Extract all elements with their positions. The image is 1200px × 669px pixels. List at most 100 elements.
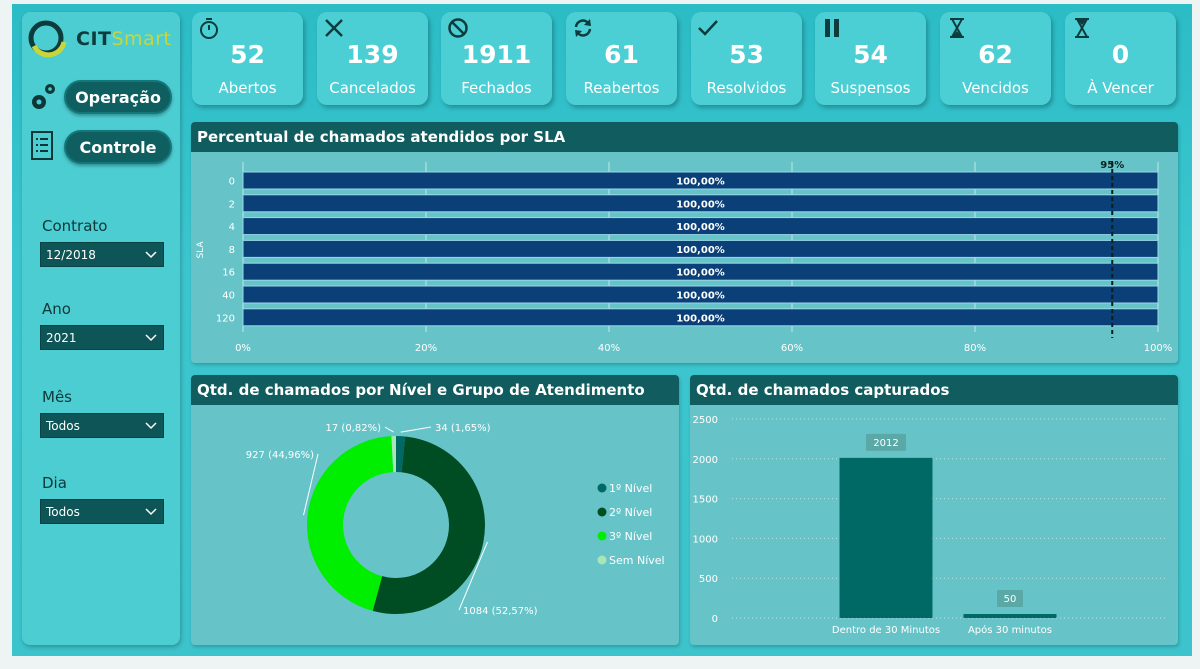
sla-category-label: 40: [222, 291, 235, 302]
logo-text-cit: CIT: [76, 28, 112, 50]
kpi-label: Cancelados: [329, 79, 416, 97]
kpi-value: 52: [230, 40, 265, 69]
hourglass-icon: [1075, 18, 1089, 38]
chevron-down-icon: [145, 251, 157, 259]
capturados-data-label: 2012: [873, 438, 898, 449]
ban-icon: [448, 18, 468, 38]
capturados-chart-title: Qtd. de chamados capturados: [690, 375, 1178, 405]
kpi-a-vencer[interactable]: 0 À Vencer: [1065, 12, 1176, 105]
kpi-value: 53: [729, 40, 764, 69]
chevron-down-icon: [145, 422, 157, 430]
dia-label: Dia: [42, 474, 67, 492]
controle-button[interactable]: Controle: [64, 130, 172, 164]
logo-text: CITSmart: [76, 28, 171, 50]
sla-bar-data-label: 100,00%: [676, 222, 725, 233]
donut-leader-line: [384, 426, 394, 433]
capturados-y-tick-label: 0: [712, 614, 718, 625]
capturados-y-tick-label: 2500: [693, 415, 718, 426]
sla-x-tick-label: 0%: [235, 343, 251, 354]
sla-reference-label: 95%: [1100, 160, 1124, 171]
operacao-button[interactable]: Operação: [64, 80, 172, 114]
sla-x-tick-label: 80%: [964, 343, 986, 354]
kpi-label: Vencidos: [962, 79, 1029, 97]
refresh-icon: [574, 19, 592, 37]
mes-value: Todos: [46, 418, 80, 433]
pause-icon: [825, 19, 839, 37]
legend-marker: [597, 483, 607, 493]
kpi-cancelados[interactable]: 139 Cancelados: [317, 12, 428, 105]
kpi-abertos[interactable]: 52 Abertos: [192, 12, 303, 105]
capturados-y-tick-label: 500: [699, 574, 718, 585]
capturados-y-tick-label: 2000: [693, 455, 718, 466]
kpi-label: À Vencer: [1087, 79, 1154, 97]
nivel-donut-chart: 34 (1,65%) 1084 (52,57%) 927 (44,96%) 17 (0…: [246, 423, 665, 617]
stopwatch-icon: [200, 18, 218, 39]
sla-bar-data-label: 100,00%: [676, 199, 725, 210]
capturados-y-tick-label: 1500: [693, 495, 718, 506]
logo-mark-icon: [28, 20, 67, 58]
sla-category-label: 120: [216, 313, 235, 324]
hourglass-icon: [950, 18, 964, 38]
kpi-value: 1911: [461, 40, 532, 69]
capturados-category-label: Após 30 minutos: [968, 624, 1052, 636]
x-icon: [325, 19, 343, 37]
sla-bar-data-label: 100,00%: [676, 268, 725, 279]
nivel-chart-title: Qtd. de chamados por Nível e Grupo de At…: [191, 375, 679, 405]
citsmart-logo: CITSmart: [26, 18, 176, 58]
dia-select[interactable]: Todos: [40, 499, 164, 524]
chevron-down-icon: [145, 508, 157, 516]
capturados-bar[interactable]: [963, 614, 1057, 618]
kpi-value: 0: [1111, 40, 1130, 69]
kpi-vencidos[interactable]: 62 Vencidos: [940, 12, 1051, 105]
ano-select[interactable]: 2021: [40, 325, 164, 350]
kpi-label: Resolvidos: [706, 79, 787, 97]
sla-category-label: 0: [229, 177, 235, 188]
donut-data-label: 927 (44,96%): [246, 450, 314, 461]
sla-x-tick-label: 20%: [415, 343, 437, 354]
contrato-select[interactable]: 12/2018: [40, 242, 164, 267]
checklist-icon: [31, 131, 53, 160]
legend-marker: [597, 531, 607, 541]
kpi-reabertos[interactable]: 61 Reabertos: [566, 12, 677, 105]
ano-label: Ano: [42, 300, 71, 318]
donut-data-label: 17 (0,82%): [326, 423, 382, 434]
sla-category-label: 4: [229, 222, 235, 233]
logo-text-smart: Smart: [111, 28, 172, 50]
donut-data-label: 1084 (52,57%): [463, 606, 538, 617]
capturados-bar-chart: 0 500 1000 1500 2000 2500 2012 Dentro de 30 Min…: [693, 415, 1168, 636]
sidebar: CITSmart Operação Controle Contrato 12/2…: [22, 12, 180, 645]
gears-icon: [32, 84, 55, 109]
sla-x-tick-label: 60%: [781, 343, 803, 354]
donut-leader-line: [400, 426, 432, 433]
sla-chart-title: Percentual de chamados atendidos por SLA: [191, 122, 1178, 152]
capturados-y-tick-label: 1000: [693, 534, 718, 545]
sla-bar-data-label: 100,00%: [676, 291, 725, 302]
sla-category-label: 2: [229, 199, 235, 210]
nivel-panel: Qtd. de chamados por Nível e Grupo de At…: [191, 375, 679, 645]
check-icon: [698, 20, 718, 36]
donut-data-label: 34 (1,65%): [435, 423, 491, 434]
kpi-suspensos[interactable]: 54 Suspensos: [815, 12, 926, 105]
capturados-bar[interactable]: [839, 457, 933, 618]
mes-label: Mês: [42, 388, 72, 406]
capturados-category-label: Dentro de 30 Minutos: [832, 625, 940, 636]
legend-label: 2º Nível: [609, 506, 652, 519]
kpi-label: Reabertos: [583, 79, 660, 97]
mes-select[interactable]: Todos: [40, 413, 164, 438]
legend-label: Sem Nível: [609, 554, 665, 567]
kpi-value: 139: [346, 40, 399, 69]
legend-marker: [597, 507, 607, 517]
sla-bar-chart: 0% 20% 40% 60% 80% 100% SLA 0 100,00% 2 100,00% 4 10…: [196, 160, 1173, 354]
dia-value: Todos: [46, 504, 80, 519]
sla-x-tick-label: 40%: [598, 343, 620, 354]
contrato-value: 12/2018: [46, 247, 96, 262]
legend-marker: [597, 555, 607, 565]
sla-category-label: 16: [222, 268, 235, 279]
kpi-fechados[interactable]: 1911 Fechados: [441, 12, 552, 105]
sla-bar-data-label: 100,00%: [676, 245, 725, 256]
legend-label: 1º Nível: [609, 482, 652, 495]
kpi-resolvidos[interactable]: 53 Resolvidos: [691, 12, 802, 105]
sla-x-tick-label: 100%: [1144, 343, 1173, 354]
kpi-label: Suspensos: [830, 79, 911, 97]
kpi-value: 54: [853, 40, 888, 69]
